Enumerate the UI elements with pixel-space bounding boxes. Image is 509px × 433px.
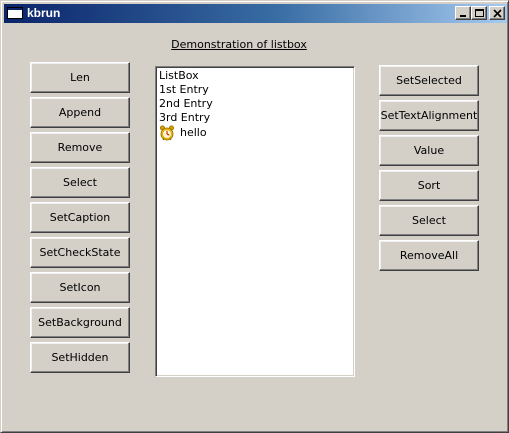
list-item-with-icon[interactable]: hello (159, 125, 354, 141)
select-button-left[interactable]: Select (30, 167, 130, 198)
set-background-button[interactable]: SetBackground (30, 307, 130, 338)
list-item[interactable]: ListBox (159, 69, 354, 83)
set-selected-button[interactable]: SetSelected (379, 65, 479, 96)
sort-button[interactable]: Sort (379, 170, 479, 201)
value-button[interactable]: Value (379, 135, 479, 166)
demo-caption: Demonstration of listbox (171, 38, 307, 51)
set-icon-button[interactable]: SetIcon (30, 272, 130, 303)
list-item[interactable]: 1st Entry (159, 83, 354, 97)
select-button-right[interactable]: Select (379, 205, 479, 236)
close-icon (493, 9, 502, 18)
main-window: kbrun Demonstration of listbox Len Appen… (0, 0, 509, 433)
append-button[interactable]: Append (30, 97, 130, 128)
set-hidden-button[interactable]: SetHidden (30, 342, 130, 373)
maximize-button[interactable] (471, 6, 487, 20)
listbox[interactable]: ListBox 1st Entry 2nd Entry 3rd Entry he… (155, 66, 355, 377)
set-check-state-button[interactable]: SetCheckState (30, 237, 130, 268)
minimize-icon (460, 15, 466, 17)
set-caption-button[interactable]: SetCaption (30, 202, 130, 233)
window-title: kbrun (27, 6, 61, 20)
list-item[interactable]: 2nd Entry (159, 97, 354, 111)
list-item-label: hello (180, 126, 207, 139)
len-button[interactable]: Len (30, 62, 130, 93)
set-text-alignment-button[interactable]: SetTextAlignment (379, 100, 479, 131)
close-button[interactable] (489, 6, 505, 20)
remove-button[interactable]: Remove (30, 132, 130, 163)
minimize-button[interactable] (455, 6, 471, 20)
remove-all-button[interactable]: RemoveAll (379, 240, 479, 271)
app-window-icon (7, 7, 23, 19)
title-bar[interactable]: kbrun (4, 4, 507, 23)
list-item[interactable]: 3rd Entry (159, 111, 354, 125)
maximize-icon (475, 9, 484, 17)
clock-icon (159, 125, 175, 141)
